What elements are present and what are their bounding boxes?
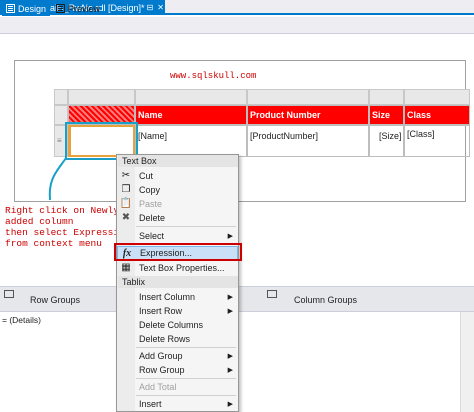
menu-item-cut[interactable]: ✂ Cut (117, 169, 238, 182)
annotation-line-3: then select Expression (5, 227, 131, 238)
annotation-line-2: added column (5, 216, 74, 227)
scissors-icon: ✂ (121, 170, 131, 181)
menu-item-delete[interactable]: ✖ Delete (117, 211, 238, 224)
submenu-arrow-icon: ▶ (227, 293, 233, 301)
grouping-pane-scrollbar[interactable] (460, 312, 474, 412)
row-groups-title: Row Groups (30, 295, 81, 305)
menu-item-delete-columns[interactable]: Delete Columns (117, 318, 238, 331)
column-groups-icon (267, 290, 277, 298)
details-group-item[interactable]: = (Details) (0, 315, 130, 326)
submenu-arrow-icon: ▶ (227, 352, 233, 360)
menu-item-insert-column[interactable]: Insert Column ▶ (117, 290, 238, 303)
submenu-arrow-icon: ▶ (227, 232, 233, 240)
menu-item-add-total[interactable]: Add Total (117, 380, 238, 393)
column-groups-title: Column Groups (294, 295, 358, 305)
row-groups-icon (4, 290, 14, 298)
menu-item-paste[interactable]: 📋 Paste (117, 197, 238, 210)
annotation-text: Right click on Newly added column then s… (5, 205, 130, 249)
menu-separator (136, 226, 236, 227)
submenu-arrow-icon: ▶ (227, 400, 233, 408)
menu-separator (136, 378, 236, 379)
menu-item-insert[interactable]: Insert ▶ (117, 397, 238, 410)
menu-header-tablix: Tablix (118, 276, 238, 288)
menu-header-text-box: Text Box (118, 155, 238, 167)
menu-item-textbox-properties[interactable]: ▦ Text Box Properties... (117, 261, 238, 274)
menu-separator (136, 347, 236, 348)
annotation-line-1: Right click on Newly (5, 205, 120, 216)
submenu-arrow-icon: ▶ (227, 307, 233, 315)
menu-item-delete-rows[interactable]: Delete Rows (117, 332, 238, 345)
paste-icon: 📋 (119, 198, 133, 209)
copy-icon: ❐ (121, 184, 131, 195)
menu-separator (136, 395, 236, 396)
menu-item-add-group[interactable]: Add Group ▶ (117, 349, 238, 362)
menu-item-select[interactable]: Select ▶ (117, 229, 238, 242)
delete-x-icon: ✖ (121, 212, 131, 223)
menu-item-insert-row[interactable]: Insert Row ▶ (117, 304, 238, 317)
annotation-line-4: from context menu (5, 238, 102, 249)
submenu-arrow-icon: ▶ (227, 366, 233, 374)
expression-highlight-box (114, 243, 242, 261)
menu-item-row-group[interactable]: Row Group ▶ (117, 363, 238, 376)
properties-icon: ▦ (121, 262, 131, 273)
menu-item-copy[interactable]: ❐ Copy (117, 183, 238, 196)
